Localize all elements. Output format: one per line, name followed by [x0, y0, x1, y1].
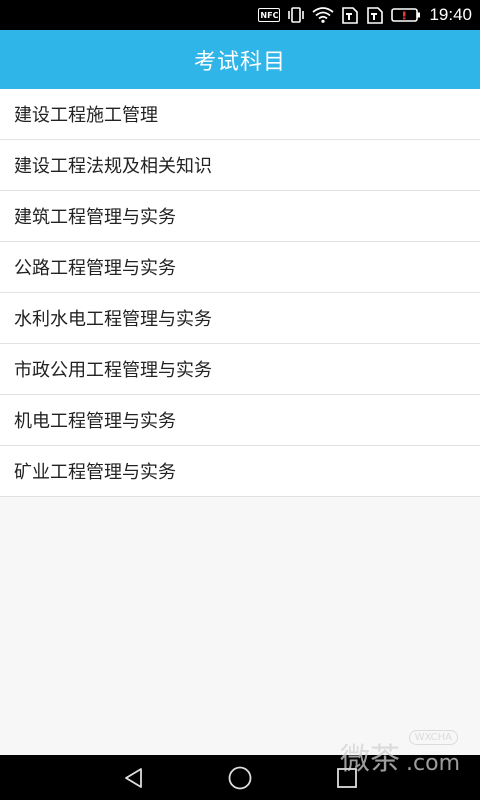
- list-item-subject[interactable]: 水利水电工程管理与实务: [0, 293, 480, 344]
- list-item-label: 建设工程法规及相关知识: [14, 156, 212, 177]
- status-bar: NFC 19:40: [0, 0, 480, 30]
- vibrate-icon: [287, 7, 305, 23]
- watermark: 微茶 .com WXCHA: [340, 730, 460, 778]
- back-button[interactable]: [119, 763, 149, 793]
- clock: 19:40: [429, 5, 472, 24]
- list-item-subject[interactable]: 建筑工程管理与实务: [0, 191, 480, 242]
- list-item-subject[interactable]: 矿业工程管理与实务: [0, 446, 480, 497]
- home-circle-icon: [228, 766, 252, 790]
- subject-list: 建设工程施工管理 建设工程法规及相关知识 建筑工程管理与实务 公路工程管理与实务…: [0, 89, 480, 497]
- list-item-label: 市政公用工程管理与实务: [14, 360, 212, 381]
- sim1-signal-icon: [341, 6, 359, 24]
- list-item-subject[interactable]: 市政公用工程管理与实务: [0, 344, 480, 395]
- list-item-label: 公路工程管理与实务: [14, 258, 176, 279]
- list-item-label: 机电工程管理与实务: [14, 411, 176, 432]
- list-item-subject[interactable]: 建设工程法规及相关知识: [0, 140, 480, 191]
- sim2-signal-icon: [366, 6, 384, 24]
- title-bar: 考试科目: [0, 30, 480, 89]
- list-item-subject[interactable]: 公路工程管理与实务: [0, 242, 480, 293]
- battery-low-icon: [391, 7, 421, 23]
- list-item-subject[interactable]: 建设工程施工管理: [0, 89, 480, 140]
- watermark-text: 微茶: [340, 742, 401, 777]
- home-button[interactable]: [225, 763, 255, 793]
- list-item-label: 水利水电工程管理与实务: [14, 309, 212, 330]
- page-title: 考试科目: [193, 49, 286, 75]
- list-item-label: 建筑工程管理与实务: [14, 207, 176, 228]
- nfc-label: NFC: [260, 10, 279, 20]
- wifi-icon: [312, 7, 335, 23]
- list-item-label: 矿业工程管理与实务: [14, 462, 176, 483]
- nfc-icon: NFC: [258, 8, 281, 22]
- list-item-subject[interactable]: 机电工程管理与实务: [0, 395, 480, 446]
- watermark-badge: WXCHA: [408, 730, 458, 745]
- list-item-label: 建设工程施工管理: [14, 105, 158, 126]
- back-triangle-icon: [125, 768, 142, 788]
- watermark-suffix: .com: [406, 750, 460, 776]
